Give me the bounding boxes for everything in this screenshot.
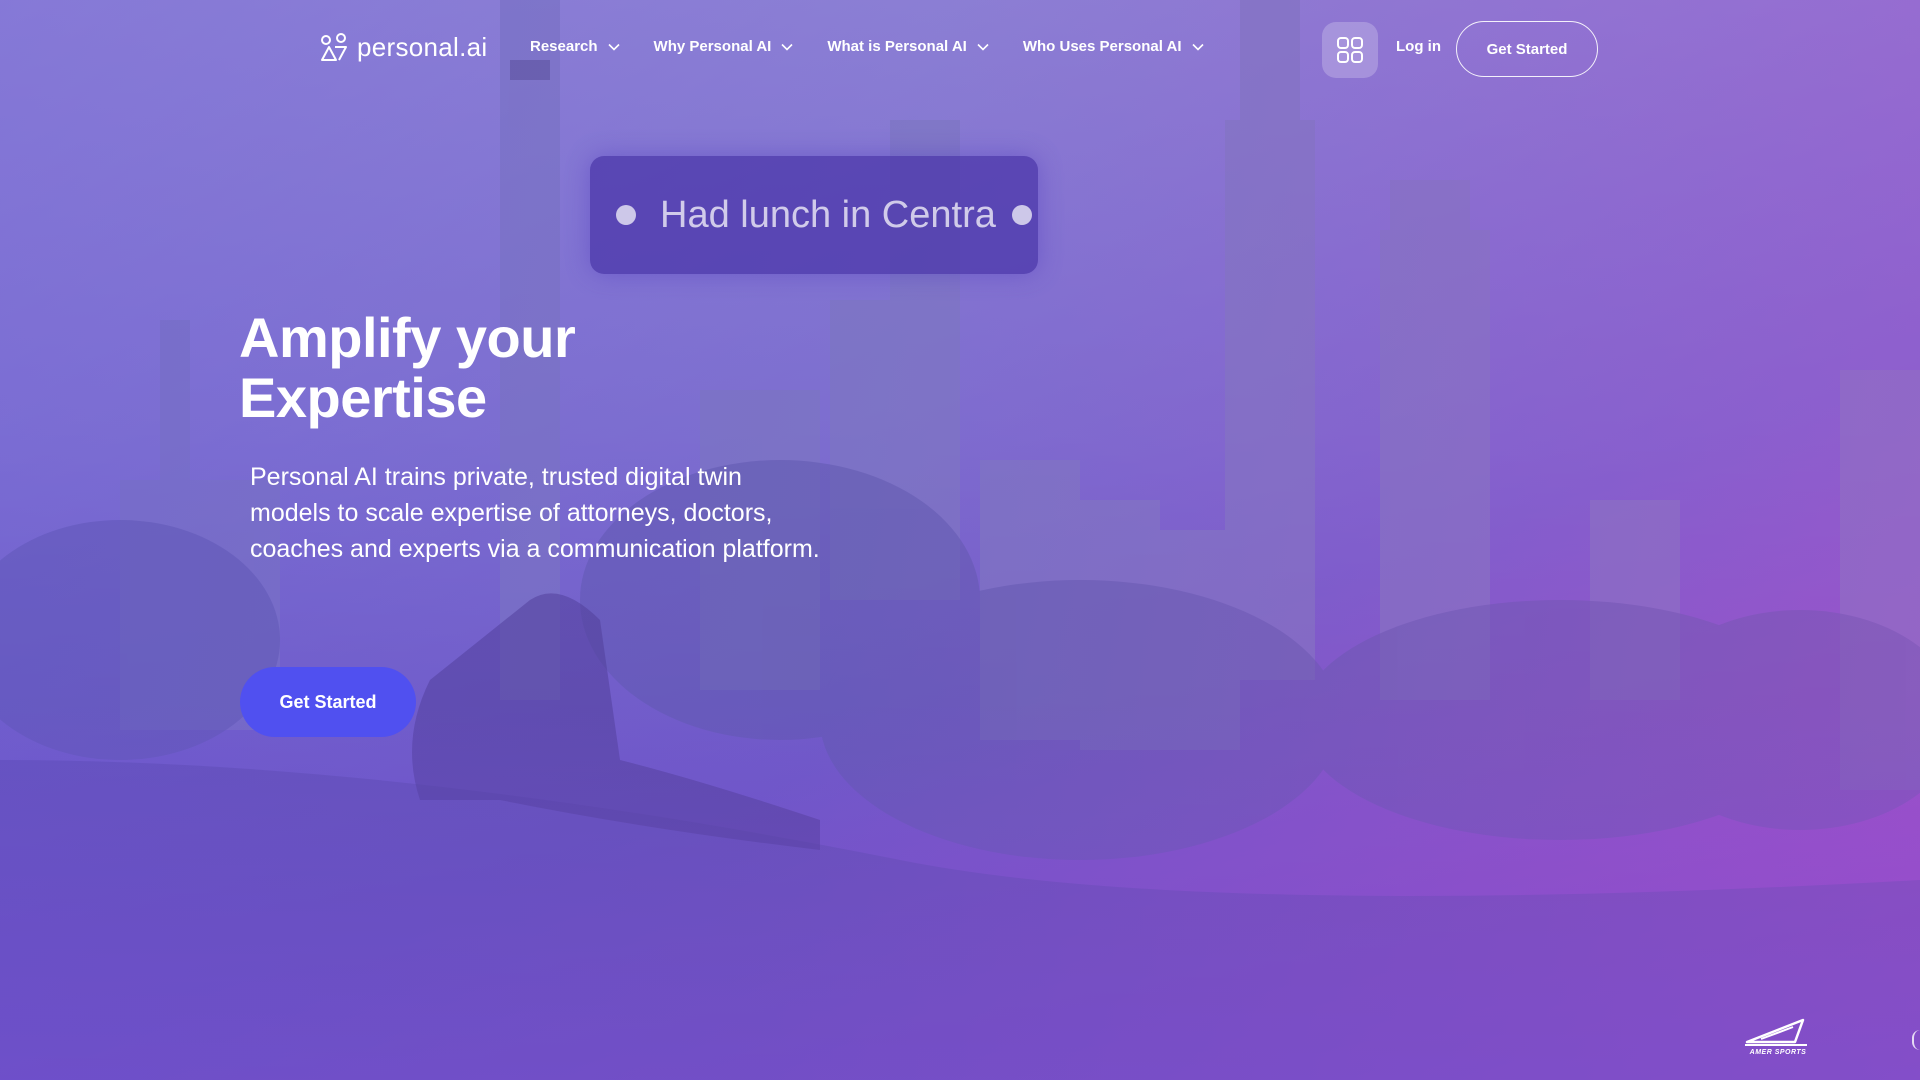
partner-logo-amer-sports: AMER SPORTS bbox=[1743, 1018, 1813, 1056]
logo-text: personal.ai bbox=[357, 32, 488, 62]
nav-item-label: Who Uses Personal AI bbox=[1022, 38, 1182, 55]
caption-dot-icon bbox=[616, 205, 636, 225]
login-link[interactable]: Log in bbox=[1396, 38, 1441, 55]
top-navigation: personal.ai Research Why Personal AI Wha… bbox=[0, 0, 1920, 100]
nav-item-who-uses-personal-ai[interactable]: Who Uses Personal AI bbox=[1023, 38, 1204, 55]
apps-grid-button[interactable] bbox=[1322, 22, 1378, 78]
nav-item-why-personal-ai[interactable]: Why Personal AI bbox=[654, 38, 794, 55]
chevron-down-icon bbox=[781, 43, 793, 51]
chevron-down-icon bbox=[977, 43, 989, 51]
hero-description: Personal AI trains private, trusted digi… bbox=[250, 463, 820, 563]
nav-item-label: Why Personal AI bbox=[653, 38, 772, 55]
caption-text: Had lunch in Centra bbox=[660, 193, 996, 236]
headline-line-1: Amplify your bbox=[239, 306, 576, 369]
brand-logo[interactable]: personal.ai bbox=[319, 32, 488, 63]
amer-sports-logo-icon bbox=[1745, 1018, 1807, 1046]
chevron-down-icon bbox=[607, 43, 620, 51]
caption-cursor-dot-icon bbox=[1012, 205, 1032, 225]
nav-item-research[interactable]: Research bbox=[530, 38, 620, 55]
grid-icon bbox=[1337, 37, 1363, 63]
nav-item-label: Research bbox=[530, 38, 598, 55]
partner-logo-partial-icon bbox=[1912, 1030, 1920, 1050]
main-menu: Research Why Personal AI What is Persona… bbox=[530, 38, 1204, 55]
nav-item-what-is-personal-ai[interactable]: What is Personal AI bbox=[827, 38, 989, 55]
chevron-down-icon bbox=[1191, 43, 1204, 51]
headline-line-2: Expertise bbox=[239, 366, 487, 429]
memory-caption-bubble: Had lunch in Centra bbox=[590, 156, 1038, 274]
nav-get-started-button[interactable]: Get Started bbox=[1456, 21, 1598, 77]
hero-headline: Amplify your Expertise bbox=[239, 306, 576, 429]
partner-logo-text: AMER SPORTS bbox=[1749, 1049, 1807, 1056]
hero-get-started-button[interactable]: Get Started bbox=[240, 667, 416, 737]
personal-ai-logo-icon bbox=[321, 32, 347, 61]
nav-item-label: What is Personal AI bbox=[827, 38, 967, 55]
